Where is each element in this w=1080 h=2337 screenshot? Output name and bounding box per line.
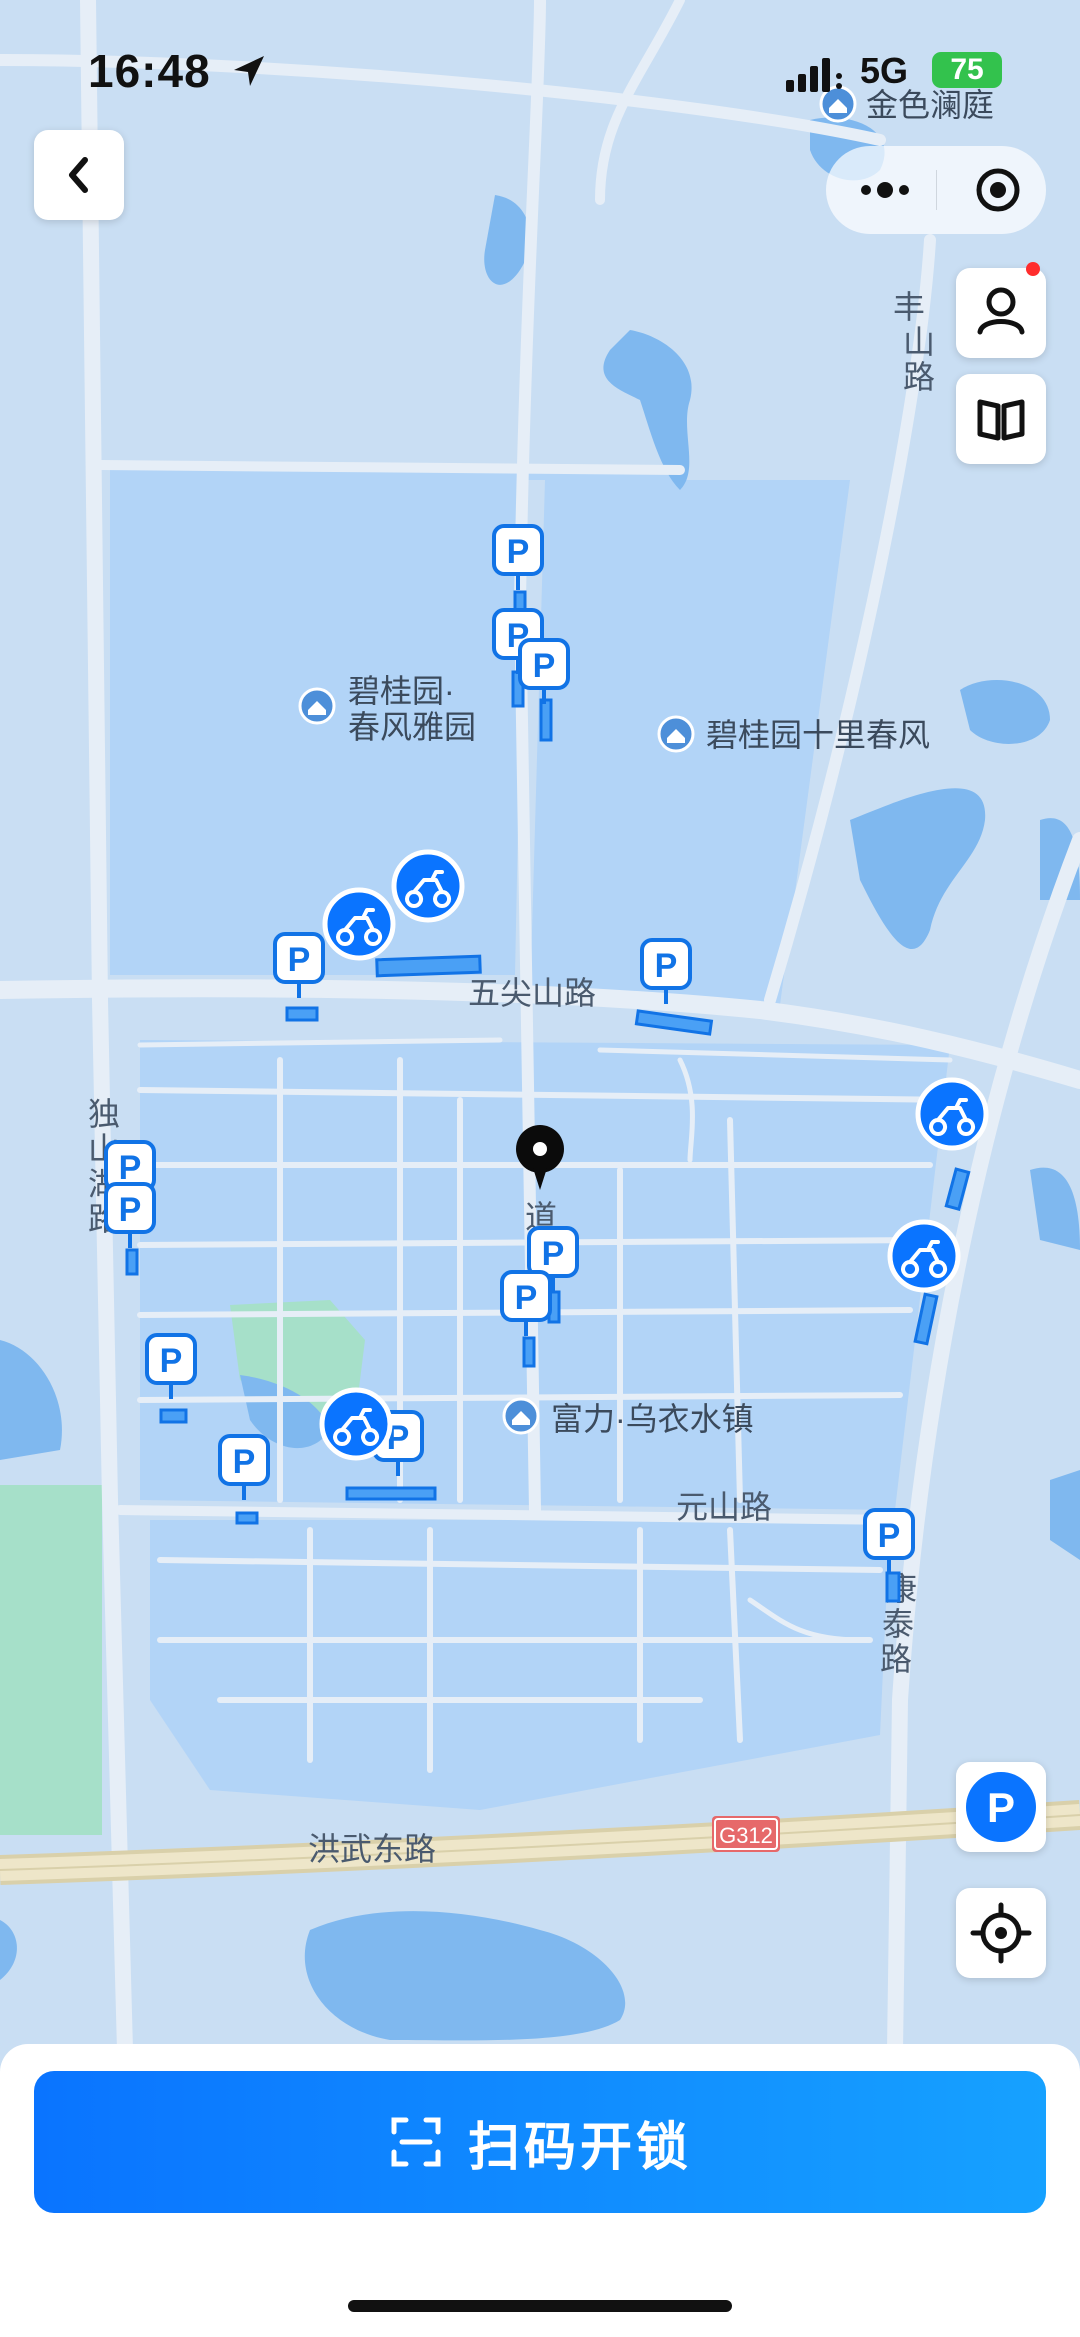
signal-icon: [786, 58, 842, 92]
parking-pin-letter: P: [515, 1279, 538, 1317]
svg-text:碧桂园·: 碧桂园·: [348, 673, 455, 709]
road-label-kangtai-3: 路: [880, 1641, 912, 1677]
status-time: 16:48: [88, 45, 211, 97]
parking-pin-letter: P: [507, 533, 530, 571]
svg-text:春风雅园: 春风雅园: [348, 709, 476, 745]
back-button[interactable]: [34, 130, 124, 220]
parking-pin-letter: P: [119, 1191, 142, 1229]
notification-dot: [1026, 262, 1040, 276]
parking-pin-letter: P: [542, 1235, 565, 1273]
road-label-kangtai-2: 泰: [882, 1606, 914, 1642]
svg-text:富力·乌衣水镇: 富力·乌衣水镇: [551, 1401, 754, 1437]
profile-button[interactable]: [956, 262, 1046, 358]
parking-pin-letter: P: [233, 1443, 256, 1481]
bike-marker-1[interactable]: [322, 887, 396, 961]
guide-button[interactable]: [956, 374, 1046, 464]
bike-marker-5[interactable]: [319, 1387, 393, 1461]
parking-pin-letter: P: [533, 647, 556, 685]
bike-marker-4[interactable]: [887, 1219, 961, 1293]
bike-marker-2[interactable]: [391, 849, 465, 923]
parking-pin-letter: P: [160, 1342, 183, 1380]
more-icon[interactable]: [856, 170, 916, 210]
road-label-fengshan-1: 丰: [893, 289, 925, 325]
highway-shield-g312: G312: [712, 1816, 780, 1852]
mini-program-capsule: [826, 146, 1046, 234]
home-indicator: [348, 2300, 732, 2312]
book-icon: [977, 399, 1025, 441]
battery-level: 75: [932, 52, 1002, 88]
locate-button[interactable]: [956, 1888, 1046, 1978]
road-label-fengshan-3: 路: [903, 359, 935, 395]
user-icon: [977, 287, 1025, 335]
target-icon[interactable]: [974, 166, 1022, 214]
parking-pin-letter: P: [878, 1517, 901, 1555]
scan-unlock-button[interactable]: 扫码开锁: [34, 2071, 1046, 2213]
svg-text:G312: G312: [719, 1823, 773, 1848]
status-bar: 16:48 5G 75: [0, 0, 1080, 140]
back-icon: [69, 157, 88, 193]
parking-filter-button[interactable]: P: [956, 1762, 1046, 1852]
parking-pin-letter: P: [655, 947, 678, 985]
road-label-wujianshan: 五尖山路: [468, 975, 596, 1011]
capsule-divider: [936, 170, 937, 210]
map-view[interactable]: 五尖山路 元山路 洪武东路 独 山 湖 路 丰 山 路 康 泰 路 道 G312…: [0, 0, 1080, 2337]
svg-text:P: P: [987, 1784, 1015, 1831]
locate-icon: [970, 1902, 1032, 1964]
road-label-dushan-1: 独: [88, 1096, 120, 1132]
scan-unlock-label: 扫码开锁: [467, 2118, 692, 2177]
location-arrow-icon: [234, 56, 264, 86]
parking-pin-letter: P: [119, 1149, 142, 1187]
scan-icon: [391, 2117, 441, 2167]
bike-marker-3[interactable]: [915, 1077, 989, 1151]
road-label-fengshan-2: 山: [903, 324, 935, 360]
road-label-hongwu: 洪武东路: [308, 1831, 436, 1867]
network-type: 5G: [860, 50, 909, 91]
svg-text:碧桂园十里春风: 碧桂园十里春风: [706, 717, 930, 753]
parking-pin-letter: P: [288, 941, 311, 979]
road-label-yuanshan: 元山路: [676, 1489, 772, 1525]
parking-icon: P: [966, 1772, 1036, 1842]
